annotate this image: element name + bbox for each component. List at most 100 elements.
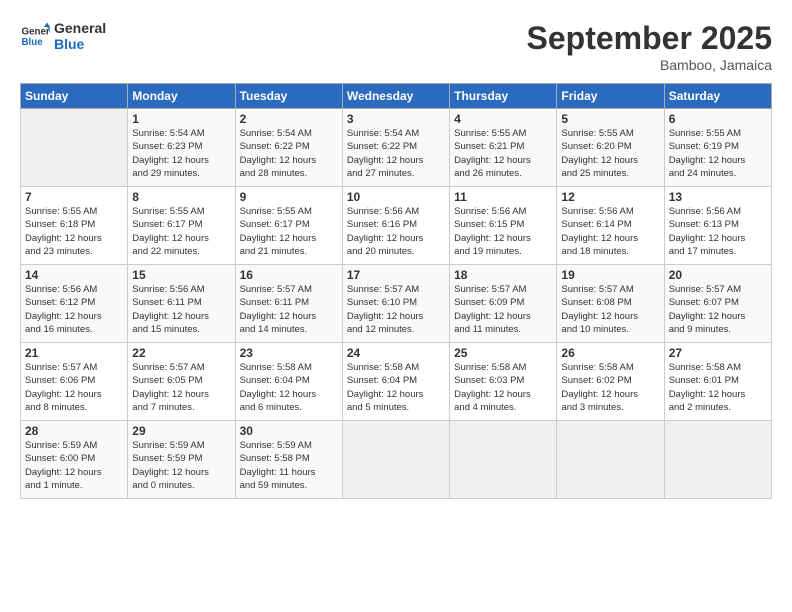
day-number: 28 bbox=[25, 424, 123, 438]
calendar-cell bbox=[557, 421, 664, 499]
day-number: 14 bbox=[25, 268, 123, 282]
calendar-cell: 11Sunrise: 5:56 AMSunset: 6:15 PMDayligh… bbox=[450, 187, 557, 265]
calendar-table: SundayMondayTuesdayWednesdayThursdayFrid… bbox=[20, 83, 772, 499]
calendar-cell: 6Sunrise: 5:55 AMSunset: 6:19 PMDaylight… bbox=[664, 109, 771, 187]
week-row-4: 28Sunrise: 5:59 AMSunset: 6:00 PMDayligh… bbox=[21, 421, 772, 499]
calendar-cell: 15Sunrise: 5:56 AMSunset: 6:11 PMDayligh… bbox=[128, 265, 235, 343]
day-info: Sunrise: 5:55 AMSunset: 6:20 PMDaylight:… bbox=[561, 127, 659, 180]
day-number: 2 bbox=[240, 112, 338, 126]
header-row: SundayMondayTuesdayWednesdayThursdayFrid… bbox=[21, 84, 772, 109]
day-info: Sunrise: 5:55 AMSunset: 6:18 PMDaylight:… bbox=[25, 205, 123, 258]
day-number: 1 bbox=[132, 112, 230, 126]
week-row-0: 1Sunrise: 5:54 AMSunset: 6:23 PMDaylight… bbox=[21, 109, 772, 187]
day-number: 10 bbox=[347, 190, 445, 204]
col-header-friday: Friday bbox=[557, 84, 664, 109]
calendar-cell: 4Sunrise: 5:55 AMSunset: 6:21 PMDaylight… bbox=[450, 109, 557, 187]
day-number: 11 bbox=[454, 190, 552, 204]
calendar-cell: 18Sunrise: 5:57 AMSunset: 6:09 PMDayligh… bbox=[450, 265, 557, 343]
day-number: 29 bbox=[132, 424, 230, 438]
col-header-monday: Monday bbox=[128, 84, 235, 109]
calendar-cell: 16Sunrise: 5:57 AMSunset: 6:11 PMDayligh… bbox=[235, 265, 342, 343]
calendar-cell: 25Sunrise: 5:58 AMSunset: 6:03 PMDayligh… bbox=[450, 343, 557, 421]
week-row-2: 14Sunrise: 5:56 AMSunset: 6:12 PMDayligh… bbox=[21, 265, 772, 343]
week-row-1: 7Sunrise: 5:55 AMSunset: 6:18 PMDaylight… bbox=[21, 187, 772, 265]
day-number: 24 bbox=[347, 346, 445, 360]
day-info: Sunrise: 5:58 AMSunset: 6:01 PMDaylight:… bbox=[669, 361, 767, 414]
calendar-cell: 3Sunrise: 5:54 AMSunset: 6:22 PMDaylight… bbox=[342, 109, 449, 187]
day-info: Sunrise: 5:55 AMSunset: 6:21 PMDaylight:… bbox=[454, 127, 552, 180]
day-number: 8 bbox=[132, 190, 230, 204]
calendar-cell: 24Sunrise: 5:58 AMSunset: 6:04 PMDayligh… bbox=[342, 343, 449, 421]
day-number: 7 bbox=[25, 190, 123, 204]
day-number: 15 bbox=[132, 268, 230, 282]
calendar-cell: 2Sunrise: 5:54 AMSunset: 6:22 PMDaylight… bbox=[235, 109, 342, 187]
calendar-cell: 27Sunrise: 5:58 AMSunset: 6:01 PMDayligh… bbox=[664, 343, 771, 421]
month-title: September 2025 bbox=[527, 20, 772, 57]
calendar-cell: 22Sunrise: 5:57 AMSunset: 6:05 PMDayligh… bbox=[128, 343, 235, 421]
day-info: Sunrise: 5:56 AMSunset: 6:13 PMDaylight:… bbox=[669, 205, 767, 258]
calendar-cell: 10Sunrise: 5:56 AMSunset: 6:16 PMDayligh… bbox=[342, 187, 449, 265]
day-number: 17 bbox=[347, 268, 445, 282]
day-info: Sunrise: 5:57 AMSunset: 6:06 PMDaylight:… bbox=[25, 361, 123, 414]
logo-general: General bbox=[54, 20, 106, 36]
day-info: Sunrise: 5:59 AMSunset: 6:00 PMDaylight:… bbox=[25, 439, 123, 492]
day-info: Sunrise: 5:59 AMSunset: 5:58 PMDaylight:… bbox=[240, 439, 338, 492]
day-number: 26 bbox=[561, 346, 659, 360]
day-number: 20 bbox=[669, 268, 767, 282]
day-number: 9 bbox=[240, 190, 338, 204]
day-info: Sunrise: 5:54 AMSunset: 6:22 PMDaylight:… bbox=[347, 127, 445, 180]
col-header-thursday: Thursday bbox=[450, 84, 557, 109]
calendar-cell bbox=[450, 421, 557, 499]
day-number: 12 bbox=[561, 190, 659, 204]
calendar-cell: 17Sunrise: 5:57 AMSunset: 6:10 PMDayligh… bbox=[342, 265, 449, 343]
day-info: Sunrise: 5:58 AMSunset: 6:03 PMDaylight:… bbox=[454, 361, 552, 414]
week-row-3: 21Sunrise: 5:57 AMSunset: 6:06 PMDayligh… bbox=[21, 343, 772, 421]
calendar-cell: 14Sunrise: 5:56 AMSunset: 6:12 PMDayligh… bbox=[21, 265, 128, 343]
calendar-cell bbox=[21, 109, 128, 187]
day-info: Sunrise: 5:58 AMSunset: 6:04 PMDaylight:… bbox=[347, 361, 445, 414]
calendar-cell: 30Sunrise: 5:59 AMSunset: 5:58 PMDayligh… bbox=[235, 421, 342, 499]
col-header-sunday: Sunday bbox=[21, 84, 128, 109]
day-info: Sunrise: 5:55 AMSunset: 6:17 PMDaylight:… bbox=[240, 205, 338, 258]
calendar-cell: 5Sunrise: 5:55 AMSunset: 6:20 PMDaylight… bbox=[557, 109, 664, 187]
day-info: Sunrise: 5:57 AMSunset: 6:05 PMDaylight:… bbox=[132, 361, 230, 414]
day-info: Sunrise: 5:54 AMSunset: 6:23 PMDaylight:… bbox=[132, 127, 230, 180]
calendar-cell: 13Sunrise: 5:56 AMSunset: 6:13 PMDayligh… bbox=[664, 187, 771, 265]
day-number: 3 bbox=[347, 112, 445, 126]
day-info: Sunrise: 5:55 AMSunset: 6:17 PMDaylight:… bbox=[132, 205, 230, 258]
calendar-cell: 19Sunrise: 5:57 AMSunset: 6:08 PMDayligh… bbox=[557, 265, 664, 343]
calendar-cell: 26Sunrise: 5:58 AMSunset: 6:02 PMDayligh… bbox=[557, 343, 664, 421]
day-info: Sunrise: 5:58 AMSunset: 6:04 PMDaylight:… bbox=[240, 361, 338, 414]
svg-text:General: General bbox=[22, 27, 51, 38]
col-header-saturday: Saturday bbox=[664, 84, 771, 109]
logo: General Blue General Blue bbox=[20, 20, 106, 52]
day-info: Sunrise: 5:56 AMSunset: 6:12 PMDaylight:… bbox=[25, 283, 123, 336]
day-info: Sunrise: 5:57 AMSunset: 6:09 PMDaylight:… bbox=[454, 283, 552, 336]
col-header-wednesday: Wednesday bbox=[342, 84, 449, 109]
col-header-tuesday: Tuesday bbox=[235, 84, 342, 109]
title-block: September 2025 Bamboo, Jamaica bbox=[527, 20, 772, 73]
calendar-cell: 29Sunrise: 5:59 AMSunset: 5:59 PMDayligh… bbox=[128, 421, 235, 499]
calendar-cell: 9Sunrise: 5:55 AMSunset: 6:17 PMDaylight… bbox=[235, 187, 342, 265]
day-number: 6 bbox=[669, 112, 767, 126]
header: General Blue General Blue September 2025… bbox=[20, 20, 772, 73]
day-number: 23 bbox=[240, 346, 338, 360]
calendar-cell: 8Sunrise: 5:55 AMSunset: 6:17 PMDaylight… bbox=[128, 187, 235, 265]
logo-icon: General Blue bbox=[20, 21, 50, 51]
day-info: Sunrise: 5:56 AMSunset: 6:11 PMDaylight:… bbox=[132, 283, 230, 336]
day-info: Sunrise: 5:54 AMSunset: 6:22 PMDaylight:… bbox=[240, 127, 338, 180]
day-info: Sunrise: 5:56 AMSunset: 6:14 PMDaylight:… bbox=[561, 205, 659, 258]
day-info: Sunrise: 5:56 AMSunset: 6:15 PMDaylight:… bbox=[454, 205, 552, 258]
day-info: Sunrise: 5:57 AMSunset: 6:10 PMDaylight:… bbox=[347, 283, 445, 336]
day-number: 16 bbox=[240, 268, 338, 282]
location: Bamboo, Jamaica bbox=[527, 57, 772, 73]
day-info: Sunrise: 5:57 AMSunset: 6:07 PMDaylight:… bbox=[669, 283, 767, 336]
day-number: 21 bbox=[25, 346, 123, 360]
day-number: 30 bbox=[240, 424, 338, 438]
day-info: Sunrise: 5:57 AMSunset: 6:11 PMDaylight:… bbox=[240, 283, 338, 336]
calendar-cell: 23Sunrise: 5:58 AMSunset: 6:04 PMDayligh… bbox=[235, 343, 342, 421]
calendar-cell bbox=[342, 421, 449, 499]
day-info: Sunrise: 5:57 AMSunset: 6:08 PMDaylight:… bbox=[561, 283, 659, 336]
calendar-cell: 28Sunrise: 5:59 AMSunset: 6:00 PMDayligh… bbox=[21, 421, 128, 499]
day-number: 27 bbox=[669, 346, 767, 360]
